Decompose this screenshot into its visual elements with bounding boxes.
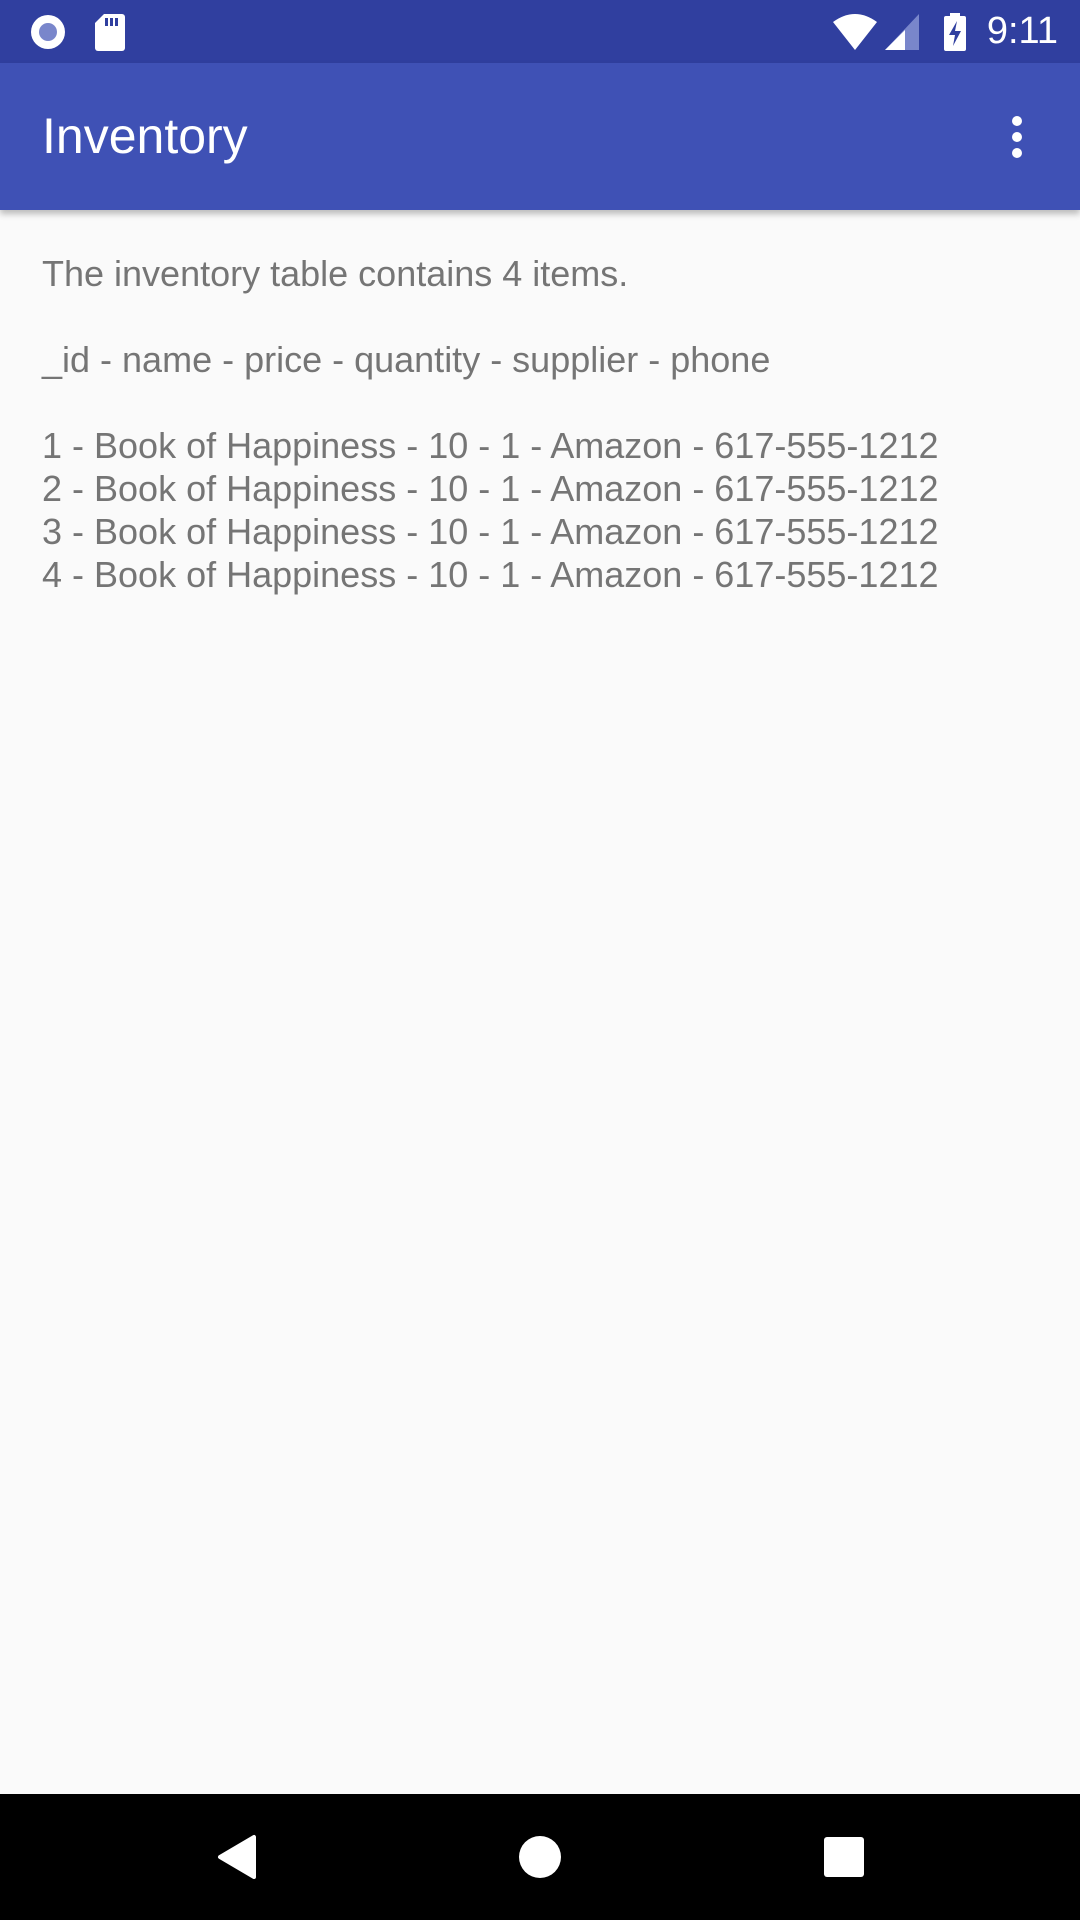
- recents-icon[interactable]: [764, 1794, 924, 1920]
- signal-icon: [882, 0, 922, 63]
- inventory-row: 3 - Book of Happiness - 10 - 1 - Amazon …: [42, 511, 939, 552]
- sd-card-icon: [92, 0, 128, 63]
- status-bar: 9:11: [0, 0, 1080, 63]
- inventory-text: The inventory table contains 4 items. _i…: [42, 252, 1042, 596]
- inventory-summary: The inventory table contains 4 items.: [42, 253, 629, 294]
- wifi-icon: [830, 0, 880, 63]
- home-icon[interactable]: [460, 1794, 620, 1920]
- radio-icon: [26, 0, 70, 63]
- inventory-row: 2 - Book of Happiness - 10 - 1 - Amazon …: [42, 468, 939, 509]
- back-icon[interactable]: [156, 1794, 316, 1920]
- more-vert-icon[interactable]: [954, 63, 1080, 210]
- inventory-row: 1 - Book of Happiness - 10 - 1 - Amazon …: [42, 425, 939, 466]
- inventory-header: _id - name - price - quantity - supplier…: [42, 339, 771, 380]
- battery-charging-icon: [940, 0, 970, 63]
- inventory-row: 4 - Book of Happiness - 10 - 1 - Amazon …: [42, 554, 939, 595]
- app-bar: Inventory: [0, 63, 1080, 210]
- page-title: Inventory: [42, 108, 248, 164]
- status-time: 9:11: [986, 10, 1058, 52]
- navigation-bar: [0, 1794, 1080, 1920]
